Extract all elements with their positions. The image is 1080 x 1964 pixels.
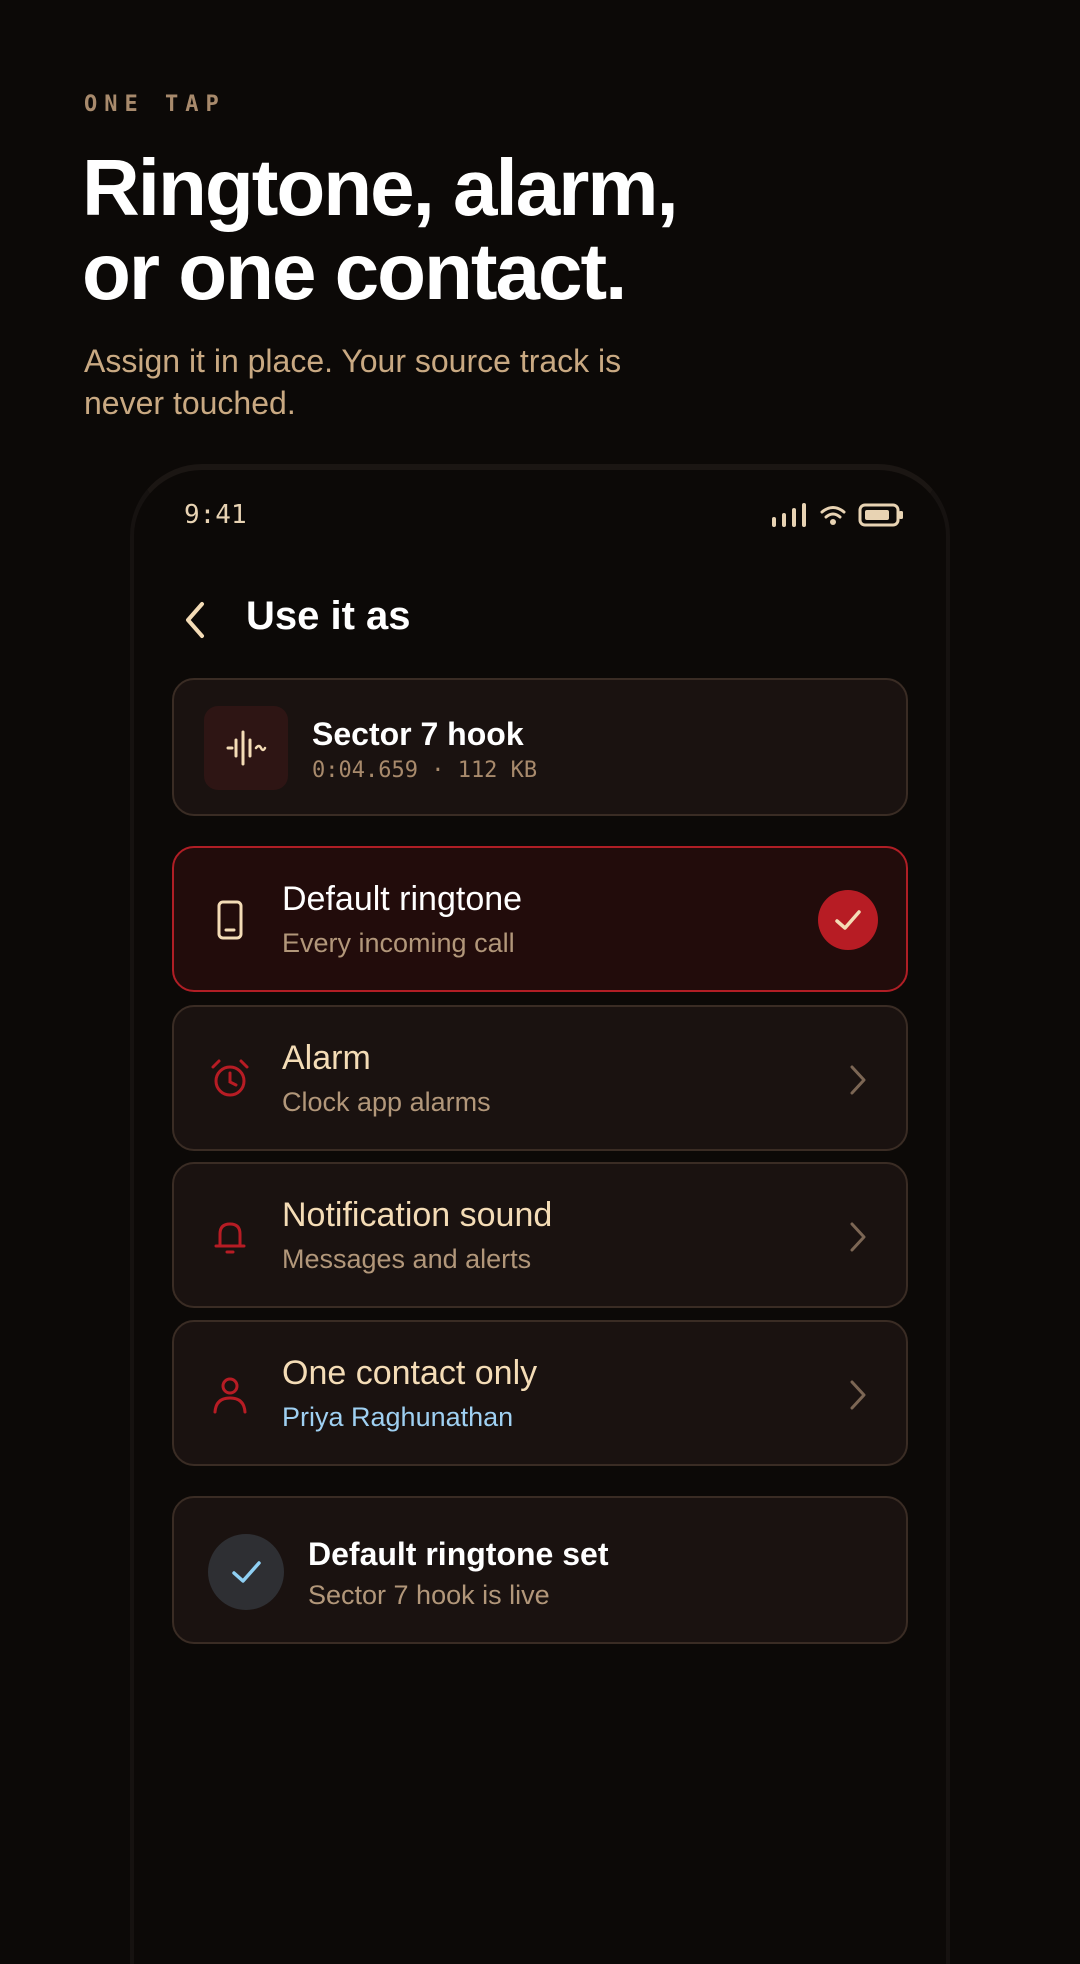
option-one-contact[interactable]: One contact only Priya Raghunathan (172, 1320, 908, 1466)
wifi-icon (820, 506, 846, 525)
track-artwork (204, 706, 288, 790)
track-title: Sector 7 hook (312, 716, 524, 752)
eyebrow-label: ONE TAP (84, 92, 226, 117)
waveform-icon (226, 730, 267, 766)
status-time: 9:41 (184, 500, 247, 530)
selected-badge (818, 890, 878, 950)
person-icon (213, 1377, 247, 1414)
confirmation-badge (208, 1534, 284, 1610)
confirmation-title: Default ringtone set (308, 1536, 609, 1572)
option-alarm[interactable]: Alarm Clock app alarms (172, 1005, 908, 1151)
chevron-right-icon (850, 1065, 866, 1095)
chevron-right-icon (850, 1222, 866, 1252)
track-meta: 0:04.659 · 112 KB (312, 758, 538, 783)
option-title: Default ringtone (282, 880, 523, 918)
status-icons (770, 500, 904, 530)
subhead: Assign it in place. Your source track is… (84, 343, 622, 421)
option-subtitle: Clock app alarms (282, 1087, 491, 1117)
signal-icon (772, 503, 806, 527)
option-title: Alarm (282, 1039, 371, 1077)
screen-title: Use it as (246, 594, 411, 638)
chevron-right-icon (850, 1380, 866, 1410)
option-subtitle: Messages and alerts (282, 1244, 532, 1274)
option-title: Notification sound (282, 1196, 553, 1234)
headline-line-2: or one contact. (82, 227, 627, 316)
battery-icon (858, 503, 903, 527)
alarm-clock-icon (211, 1059, 249, 1097)
bell-icon (214, 1222, 246, 1254)
track-card: Sector 7 hook 0:04.659 · 112 KB (172, 678, 908, 816)
confirmation-subtitle: Sector 7 hook is live (308, 1580, 550, 1610)
chevron-left-icon (186, 602, 204, 638)
option-default-ringtone[interactable]: Default ringtone Every incoming call (172, 846, 908, 992)
phone-icon (217, 900, 243, 940)
contact-name: Priya Raghunathan (282, 1402, 514, 1432)
check-icon (232, 1561, 261, 1583)
confirmation-toast: Default ringtone set Sector 7 hook is li… (172, 1496, 908, 1644)
option-subtitle: Every incoming call (282, 928, 515, 958)
headline: Ringtone, alarm, or one contact. (82, 143, 679, 316)
option-notification-sound[interactable]: Notification sound Messages and alerts (172, 1162, 908, 1308)
headline-line-1: Ringtone, alarm, (82, 143, 679, 232)
back-button[interactable] (176, 596, 216, 644)
check-icon (835, 910, 861, 930)
option-title: One contact only (282, 1354, 538, 1392)
